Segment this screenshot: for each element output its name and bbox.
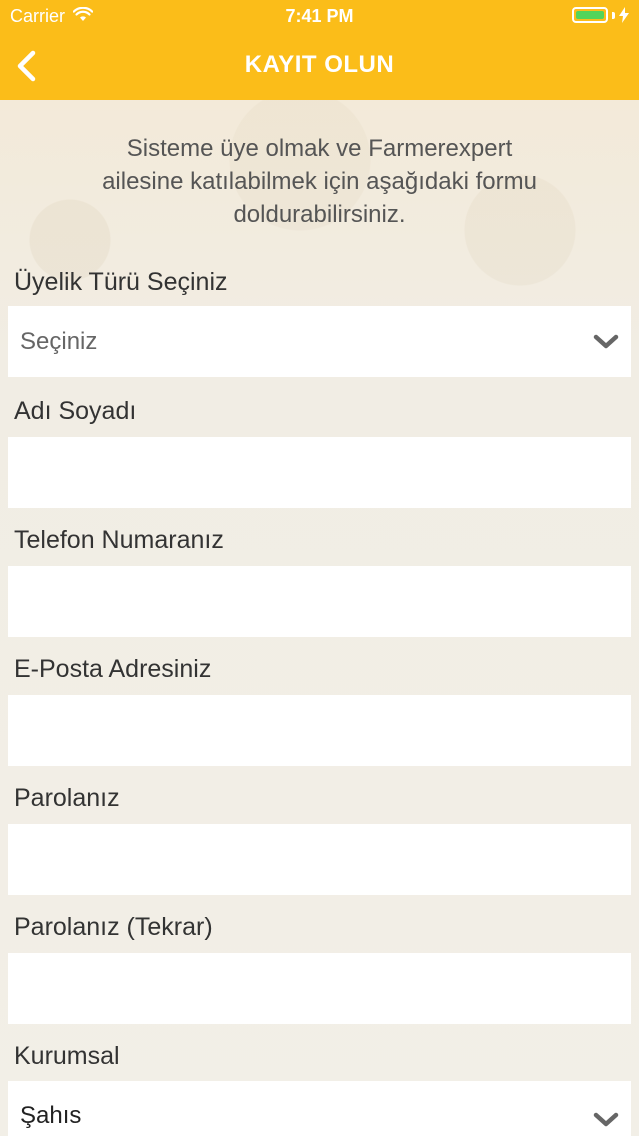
status-time: 7:41 PM xyxy=(285,6,354,26)
header-bar: Carrier 7:41 PM KAYIT OLUN xyxy=(0,0,639,100)
password-input[interactable] xyxy=(8,824,631,895)
battery-icon xyxy=(572,7,629,23)
full-name-input[interactable] xyxy=(8,437,631,508)
phone-label: Telefon Numaranız xyxy=(14,526,224,554)
corporate-value: Şahıs xyxy=(20,1102,82,1129)
password-repeat-label: Parolanız (Tekrar) xyxy=(14,913,213,941)
membership-type-select[interactable]: Seçiniz xyxy=(8,306,631,377)
membership-type-value: Seçiniz xyxy=(20,327,98,355)
navigation-bar: KAYIT OLUN xyxy=(0,36,639,100)
page-title: KAYIT OLUN xyxy=(244,51,395,78)
email-input[interactable] xyxy=(8,695,631,766)
intro-line-1: Sisteme üye olmak ve Farmerexpert xyxy=(126,135,513,162)
charging-bolt-icon xyxy=(619,7,629,23)
corporate-select[interactable]: Şahıs xyxy=(8,1081,631,1136)
intro-line-2: ailesine katılabilmek için aşağıdaki for… xyxy=(102,168,537,195)
intro-line-3: doldurabilirsiniz. xyxy=(233,201,406,228)
intro-text: Sisteme üye olmak ve Farmerexpert ailesi… xyxy=(40,132,599,231)
email-label: E-Posta Adresiniz xyxy=(14,655,212,683)
chevron-down-icon xyxy=(591,332,619,352)
status-bar: Carrier 7:41 PM xyxy=(0,0,639,36)
password-repeat-input[interactable] xyxy=(8,953,631,1024)
phone-input[interactable] xyxy=(8,566,631,637)
corporate-label: Kurumsal xyxy=(14,1042,120,1070)
chevron-down-icon xyxy=(591,1110,619,1130)
password-label: Parolanız xyxy=(14,784,120,812)
full-name-label: Adı Soyadı xyxy=(14,397,137,425)
membership-type-label: Üyelik Türü Seçiniz xyxy=(14,268,228,296)
